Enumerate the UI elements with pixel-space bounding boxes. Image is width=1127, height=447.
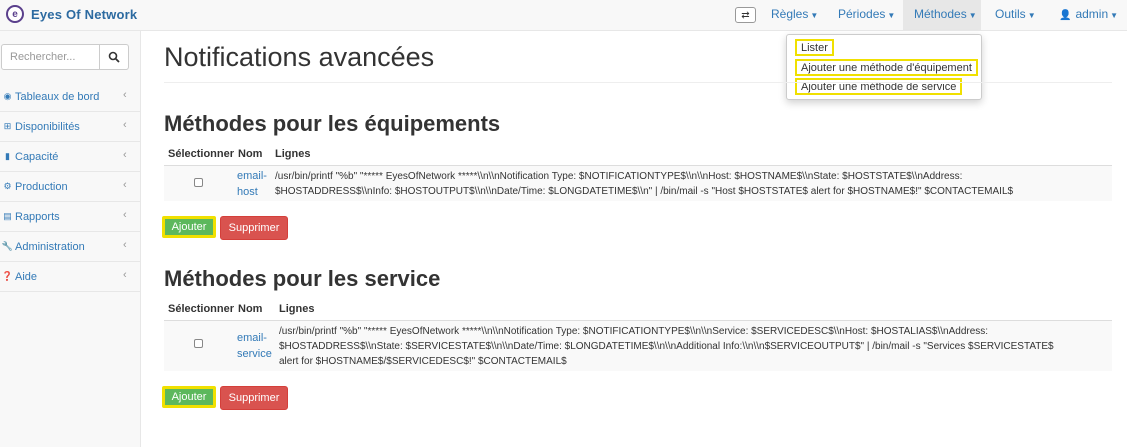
methodes-dropdown-menu: Lister Ajouter une méthode d'équipement … xyxy=(786,34,982,100)
brand-name: Eyes Of Network xyxy=(31,6,138,22)
service-methods-title: Méthodes pour les service xyxy=(164,266,441,291)
service-row-checkbox[interactable] xyxy=(194,339,203,348)
sidebar-item-label: Rapports xyxy=(15,210,60,223)
eyes-of-network-logo: e xyxy=(6,5,24,23)
sidebar-item-label: Aide xyxy=(15,270,38,283)
chevron-left-icon: ‹ xyxy=(123,149,127,161)
sidebar-item-capacite[interactable]: ▮ Capacité ‹ xyxy=(0,142,140,172)
nav-methodes-label: Méthodes xyxy=(914,7,967,21)
caret-down-icon: ▼ xyxy=(1110,11,1119,20)
search-input[interactable] xyxy=(1,44,100,70)
chevron-left-icon: ‹ xyxy=(123,89,127,101)
host-command-line-1: /usr/bin/printf "%b" "***** EyesOfNetwor… xyxy=(275,171,963,182)
chevron-left-icon: ‹ xyxy=(123,179,127,191)
sidebar-item-label: Disponibilités xyxy=(15,120,80,133)
service-header-name: Nom xyxy=(238,303,263,315)
bar-chart-icon: ▮ xyxy=(5,151,10,161)
question-icon: ❓ xyxy=(1,271,14,281)
service-method-command: /usr/bin/printf "%b" "***** EyesOfNetwor… xyxy=(279,324,1054,369)
title-divider xyxy=(164,82,1112,83)
chevron-left-icon: ‹ xyxy=(123,119,127,131)
sidebar: ◉ Tableaux de bord ‹ ⊞ Disponibilités ‹ … xyxy=(0,31,141,447)
nav-methodes[interactable]: Méthodes ▼ xyxy=(903,0,981,31)
sitemap-icon: ⊞ xyxy=(3,121,12,131)
service-command-line-1: /usr/bin/printf "%b" "***** EyesOfNetwor… xyxy=(279,326,989,337)
search-button[interactable] xyxy=(100,44,129,70)
nav-regles[interactable]: Règles ▼ xyxy=(771,0,819,31)
wrench-icon: 🔧 xyxy=(1,241,14,251)
host-method-link[interactable]: email- host xyxy=(237,168,267,200)
top-navbar: e Eyes Of Network ⇄ Règles ▼ Périodes ▼ Mé… xyxy=(0,0,1127,31)
exchange-icon[interactable]: ⇄ xyxy=(735,7,756,23)
host-method-name-1: email- xyxy=(237,170,267,182)
host-header-name: Nom xyxy=(238,148,263,160)
service-header-select: Sélectionner xyxy=(168,303,235,315)
host-delete-button[interactable]: Supprimer xyxy=(220,216,288,240)
service-method-link[interactable]: email- service xyxy=(237,330,272,362)
nav-periodes[interactable]: Périodes ▼ xyxy=(838,0,896,31)
menu-item-lister[interactable]: Lister xyxy=(795,39,834,56)
brand[interactable]: e Eyes Of Network xyxy=(6,5,137,23)
service-command-line-3: alert for $HOSTNAME$/$SERVICEDESC$!" $CO… xyxy=(279,356,567,367)
sidebar-search xyxy=(1,44,129,70)
host-add-button[interactable]: Ajouter xyxy=(162,216,216,238)
sidebar-item-label: Production xyxy=(15,180,68,193)
sidebar-item-tableaux-de-bord[interactable]: ◉ Tableaux de bord ‹ xyxy=(0,82,140,112)
gears-icon: ⚙ xyxy=(3,181,12,191)
sidebar-item-rapports[interactable]: ▤ Rapports ‹ xyxy=(0,202,140,232)
chevron-left-icon: ‹ xyxy=(123,239,127,251)
service-add-button[interactable]: Ajouter xyxy=(162,386,216,408)
nav-admin-label: admin xyxy=(1075,7,1109,21)
caret-down-icon: ▼ xyxy=(887,11,896,20)
nav-admin[interactable]: 👤 admin ▼ xyxy=(1059,0,1119,31)
host-command-line-2: $HOSTADDRESS$\\nInfo: $HOSTOUTPUT$\\n\\n… xyxy=(275,186,1014,197)
service-header-lines: Lignes xyxy=(279,303,315,315)
page-title: Notifications avancées xyxy=(164,42,435,72)
sidebar-item-label: Tableaux de bord xyxy=(15,90,100,103)
nav-outils[interactable]: Outils ▼ xyxy=(995,0,1036,31)
user-icon: 👤 xyxy=(1059,10,1072,21)
dashboard-icon: ◉ xyxy=(3,91,12,101)
caret-down-icon: ▼ xyxy=(810,11,819,20)
sidebar-item-production[interactable]: ⚙ Production ‹ xyxy=(0,172,140,202)
menu-item-add-host-method[interactable]: Ajouter une méthode d'équipement xyxy=(795,59,978,76)
chevron-left-icon: ‹ xyxy=(123,269,127,281)
sidebar-item-aide[interactable]: ❓ Aide ‹ xyxy=(0,262,140,292)
service-method-name-1: email- xyxy=(237,332,267,344)
nav-outils-label: Outils xyxy=(995,7,1026,21)
service-command-line-2: $HOSTADDRESS$\\nState: $SERVICESTATE$\\n… xyxy=(279,341,1054,352)
caret-down-icon: ▼ xyxy=(968,11,977,20)
sidebar-item-label: Capacité xyxy=(15,150,59,163)
service-table-row: email- service /usr/bin/printf "%b" "***… xyxy=(164,320,1112,371)
file-icon: ▤ xyxy=(3,211,12,221)
sidebar-item-disponibilites[interactable]: ⊞ Disponibilités ‹ xyxy=(0,112,140,142)
caret-down-icon: ▼ xyxy=(1027,11,1036,20)
sidebar-item-administration[interactable]: 🔧 Administration ‹ xyxy=(0,232,140,262)
chevron-left-icon: ‹ xyxy=(123,209,127,221)
host-methods-title: Méthodes pour les équipements xyxy=(164,111,501,136)
sidebar-item-label: Administration xyxy=(15,240,85,253)
service-delete-button[interactable]: Supprimer xyxy=(220,386,288,410)
nav-regles-label: Règles xyxy=(771,7,809,21)
host-header-lines: Lignes xyxy=(275,148,311,160)
nav-periodes-label: Périodes xyxy=(838,7,886,21)
host-table-row: email- host /usr/bin/printf "%b" "***** … xyxy=(164,165,1112,201)
search-icon xyxy=(108,51,120,63)
menu-item-add-service-method[interactable]: Ajouter une méthode de service xyxy=(795,78,963,95)
host-row-checkbox[interactable] xyxy=(194,178,203,187)
service-method-name-2: service xyxy=(237,348,272,360)
host-method-name-2: host xyxy=(237,186,258,198)
host-method-command: /usr/bin/printf "%b" "***** EyesOfNetwor… xyxy=(275,169,1013,199)
host-header-select: Sélectionner xyxy=(168,148,235,160)
